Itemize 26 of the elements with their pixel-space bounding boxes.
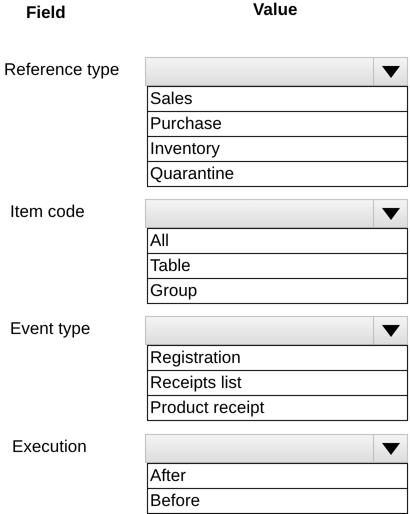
dropdown-option[interactable]: Table: [148, 253, 407, 278]
field-label: Event type: [10, 319, 90, 338]
column-header: Field: [26, 3, 66, 23]
dropdown-option[interactable]: Before: [148, 488, 407, 513]
dropdown-option[interactable]: Inventory: [148, 136, 407, 161]
dropdown-arrow-icon: [380, 64, 400, 78]
dropdown-arrow-icon: [380, 324, 400, 338]
dropdown-arrow-icon: [380, 206, 400, 220]
field-label: Execution: [12, 437, 87, 456]
dropdown-option[interactable]: Product receipt: [148, 395, 407, 420]
column-header: Value: [253, 0, 298, 20]
dropdown-option[interactable]: Group: [148, 278, 407, 303]
dropdown-option[interactable]: Registration: [148, 345, 407, 370]
dropdown[interactable]: [145, 199, 408, 228]
dropdown-option[interactable]: Purchase: [148, 111, 407, 136]
dropdown-arrow-icon: [380, 442, 400, 456]
field-label: Item code: [10, 202, 85, 221]
dropdown-option[interactable]: Quarantine: [148, 161, 407, 186]
dropdown[interactable]: [145, 434, 408, 463]
dropdown-option[interactable]: After: [148, 463, 407, 488]
dropdown[interactable]: [145, 316, 408, 345]
dropdown-option[interactable]: Receipts list: [148, 370, 407, 395]
dropdown-option[interactable]: All: [148, 228, 407, 253]
field-label: Reference type: [4, 60, 120, 79]
dropdown-option[interactable]: Sales: [148, 86, 407, 111]
dropdown[interactable]: [145, 57, 408, 86]
